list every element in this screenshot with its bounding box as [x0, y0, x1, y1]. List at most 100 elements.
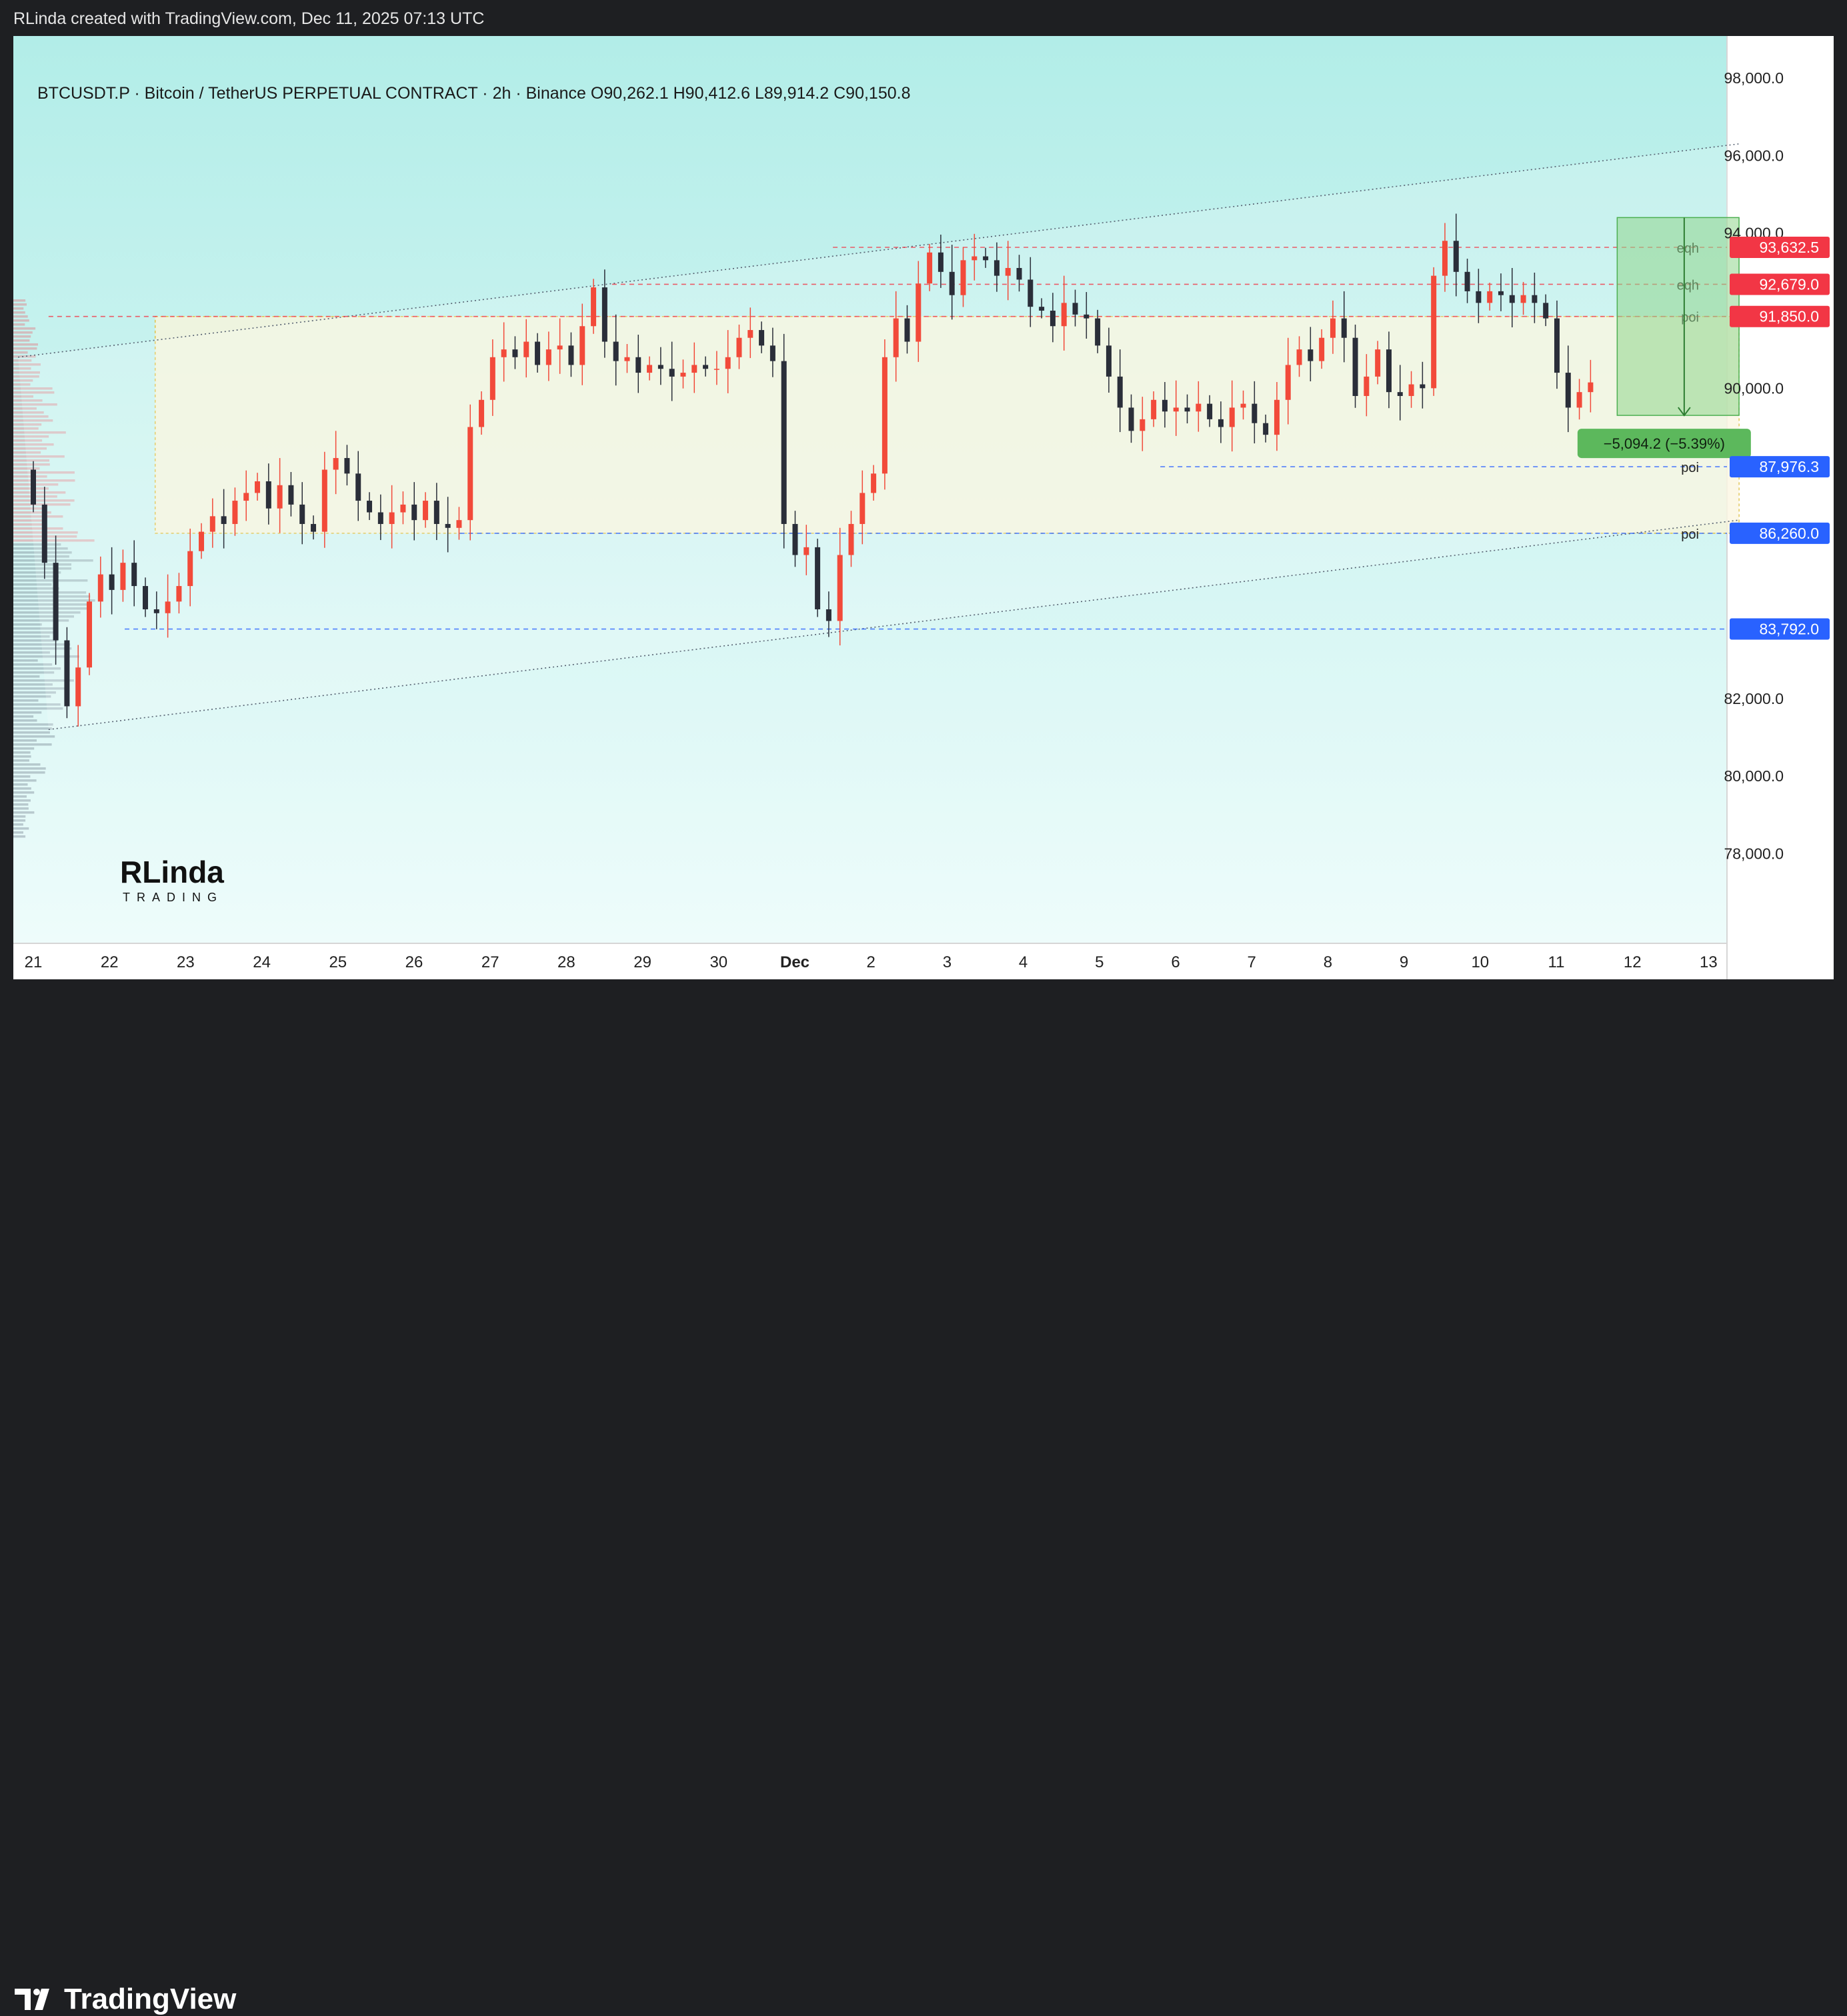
time-tick-label: 4 [1019, 953, 1028, 971]
candle-body [983, 256, 989, 261]
candle-body [1476, 291, 1482, 303]
candle-body [960, 260, 966, 295]
volume-profile-bar [13, 311, 25, 314]
volume-profile-bar [13, 771, 45, 774]
candle-body [209, 516, 215, 532]
candle-body [1061, 303, 1067, 327]
volume-profile-bar [13, 315, 28, 318]
candle-body [769, 345, 775, 361]
price-level-badge-label: 92,679.0 [1759, 275, 1819, 293]
volume-profile-bar [13, 731, 50, 734]
rlinda-trading-logo: RLinda TRADING [120, 855, 224, 904]
measure-label: −5,094.2 (−5.39%) [1604, 435, 1725, 452]
candle-body [1050, 310, 1056, 327]
price-chart[interactable]: eqheqhpoipoipoi −5,094.2 (−5.39%) 100,00… [13, 36, 1834, 979]
volume-profile-bar [13, 751, 31, 754]
candle-body [591, 287, 597, 327]
rlinda-logo-text: RLinda [120, 855, 224, 889]
candle-body [759, 330, 765, 346]
candle-body [41, 504, 47, 563]
candle-body [1285, 365, 1291, 400]
candle-body [120, 563, 126, 590]
volume-profile-bar [13, 331, 33, 334]
candle-body [691, 365, 697, 373]
volume-profile-bar [13, 699, 39, 702]
volume-profile-bar [13, 779, 37, 782]
symbol-legend: BTCUSDT.P · Bitcoin / TetherUS PERPETUAL… [37, 84, 910, 103]
measure-box [1616, 217, 1740, 416]
time-tick-label: 12 [1624, 953, 1642, 971]
candle-body [1308, 349, 1314, 361]
time-tick-label: 28 [557, 953, 575, 971]
candle-body [512, 349, 518, 357]
volume-profile-bar [13, 339, 30, 342]
volume-profile-bar [13, 803, 29, 806]
candle-body [747, 330, 753, 338]
candle-body [232, 501, 238, 524]
volume-profile-bar [13, 711, 42, 714]
candle-body [915, 283, 921, 342]
price-tick-label: 78,000.0 [1724, 845, 1784, 863]
candle-body [972, 256, 978, 261]
candle-body [221, 516, 227, 524]
ohlc-close: C90,150.8 [833, 84, 911, 103]
time-tick-label: 10 [1471, 953, 1489, 971]
candle-body [288, 485, 294, 505]
candle-body [423, 501, 429, 521]
price-tick-label: 96,000.0 [1724, 147, 1784, 164]
candle-body [1229, 407, 1235, 427]
price-tick-label: 98,000.0 [1724, 69, 1784, 87]
candle-body [1453, 241, 1459, 272]
volume-profile-bar [13, 799, 31, 802]
candle-body [938, 252, 944, 272]
candle-body [579, 326, 585, 365]
candle-body [377, 512, 383, 524]
candle-body [143, 586, 149, 609]
candle-body [736, 337, 742, 357]
volume-profile-bar [13, 335, 31, 338]
time-tick-label: 23 [177, 953, 195, 971]
price-tick-label: 90,000.0 [1724, 379, 1784, 397]
candle-body [1084, 314, 1090, 319]
footer-bar: TradingView [0, 979, 1847, 2015]
volume-profile-bar [13, 319, 29, 322]
chart-panel[interactable]: eqheqhpoipoipoi −5,094.2 (−5.39%) 100,00… [13, 36, 1834, 979]
candle-body [1218, 419, 1224, 427]
candle-body [1196, 403, 1202, 412]
volume-profile-bar [13, 327, 36, 330]
volume-profile-bar [13, 783, 28, 786]
volume-profile-bar [13, 735, 55, 738]
candle-body [1576, 392, 1582, 408]
candle-body [1431, 275, 1437, 389]
volume-profile-bar [13, 775, 31, 778]
volume-profile-bar [13, 723, 53, 726]
time-tick-label: Dec [780, 953, 809, 971]
candle-body [53, 563, 59, 641]
candle-body [64, 640, 70, 707]
candle-body [1005, 267, 1011, 276]
time-tick-label: 22 [101, 953, 119, 971]
candle-body [176, 586, 182, 602]
candle-body [1588, 382, 1594, 393]
candle-body [1039, 307, 1045, 311]
candle-body [1520, 295, 1526, 303]
candle-body [344, 458, 350, 474]
volume-profile-bar [13, 755, 31, 758]
candle-body [792, 523, 798, 555]
candle-body [243, 493, 249, 501]
price-tick-label: 80,000.0 [1724, 767, 1784, 785]
time-tick-label: 13 [1700, 953, 1718, 971]
candle-body [467, 427, 473, 521]
candle-body [725, 357, 731, 369]
ohlc-high: H90,412.6 [673, 84, 750, 103]
volume-profile-bar [13, 351, 28, 354]
volume-profile-bar [13, 695, 51, 698]
tradingview-logo-icon [15, 1989, 49, 2010]
candle-body [1296, 349, 1302, 365]
price-tick-label: 82,000.0 [1724, 690, 1784, 707]
candle-body [1173, 407, 1179, 412]
ohlc-open: O90,262.1 [590, 84, 669, 103]
candle-body [389, 512, 395, 524]
candle-body [557, 345, 563, 350]
candle-body [311, 523, 317, 532]
